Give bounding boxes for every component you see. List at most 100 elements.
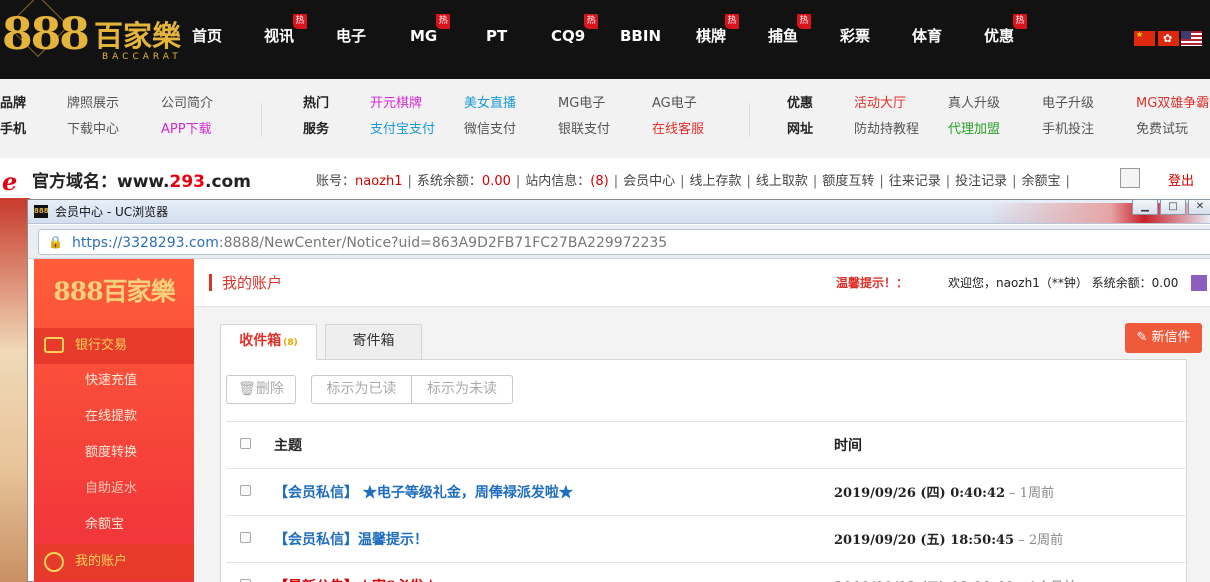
message-subject[interactable]: 【会员私信】温馨提示！ <box>274 531 428 549</box>
nav-item-7[interactable]: BBIN <box>620 26 661 46</box>
subnav-link[interactable]: MG双雄争霸 <box>1136 95 1209 113</box>
mark-unread-button[interactable]: 标示为未读 <box>411 375 513 404</box>
subnav-link[interactable]: 真人升级 <box>948 95 1000 113</box>
cn-flag-icon[interactable] <box>1134 30 1155 46</box>
subnav-divider <box>261 103 262 137</box>
window-titlebar[interactable]: 888 会员中心 - UC浏览器 ▁ □ ✕ <box>28 199 1210 224</box>
message-row[interactable]: 【会员私信】温馨提示！ 2019/09/20 (五) 18:50:45 – 2周前 <box>226 516 1188 563</box>
url-field[interactable]: 🔒 https://3328293.com:8888/NewCenter/Not… <box>38 229 1210 255</box>
subnav-link[interactable]: 牌照展示 <box>67 95 119 113</box>
subnav-link[interactable]: 银联支付 <box>558 121 610 139</box>
close-button[interactable]: ✕ <box>1188 199 1210 215</box>
message-checkbox[interactable] <box>240 532 251 543</box>
title-accent <box>209 274 212 291</box>
tab-inbox[interactable]: 收件箱 (8) <box>220 324 317 360</box>
broken-image-icon[interactable] <box>1120 168 1140 188</box>
nav-item-6[interactable]: CQ9 热 <box>551 14 599 46</box>
nav-item-4[interactable]: MG 热 <box>410 14 451 46</box>
account-link[interactable]: 线上存款 <box>690 174 742 189</box>
subnav-heading: 热门 <box>303 96 330 111</box>
maximize-button[interactable]: □ <box>1160 199 1186 215</box>
subnav-link[interactable]: 公司简介 <box>161 95 213 113</box>
subnav-link[interactable]: 电子升级 <box>1042 95 1094 113</box>
new-mail-button[interactable]: ✎ 新信件 <box>1125 323 1202 353</box>
subnav-link[interactable]: MG电子 <box>558 95 605 113</box>
subnav-link[interactable]: 开元棋牌 <box>370 95 422 113</box>
subnav-link[interactable]: 美女直播 <box>464 95 516 113</box>
account-link[interactable]: 余额宝 <box>1022 174 1061 189</box>
nav-item-10[interactable]: 彩票 <box>840 26 870 46</box>
sidebar: 888百家樂 银行交易 快速充值在线提款额度转换自助返水余额宝 我的账户 <box>34 259 194 582</box>
nav-item-label: 体育 <box>912 27 943 45</box>
sidebar-section-account[interactable]: 我的账户 <box>34 544 194 580</box>
nav-item-12[interactable]: 优惠热 <box>984 14 1028 46</box>
select-all-checkbox[interactable] <box>240 438 251 449</box>
mailbox: 收件箱 (8) 寄件箱 ✎ 新信件 🗑删除 标示为已读 标示为未读 主题 时间 【… <box>194 307 1210 582</box>
wallet-icon <box>44 337 64 353</box>
subnav-link[interactable]: 在线客服 <box>652 121 704 139</box>
account-link[interactable]: 投注记录 <box>955 174 1007 189</box>
subnav-link[interactable]: APP下载 <box>161 121 212 139</box>
message-subject[interactable]: 【会员私信】 ★电子等级礼金，周俸禄派发啦★ <box>274 484 573 502</box>
url-text[interactable]: https://3328293.com:8888/NewCenter/Notic… <box>72 234 667 252</box>
subnav-link[interactable]: 支付宝支付 <box>370 121 435 139</box>
nav-item-3[interactable]: 电子 <box>336 26 366 46</box>
logout-link[interactable]: 登出 <box>1168 174 1194 190</box>
logo-chinese: 百家樂 <box>94 19 182 53</box>
nav-item-label: 电子 <box>336 27 367 45</box>
delete-label: 删除 <box>255 381 284 397</box>
subnav-link[interactable]: 下载中心 <box>67 121 119 139</box>
subnav-link[interactable]: 免费试玩 <box>1136 121 1188 139</box>
window-title: 会员中心 - UC浏览器 <box>55 205 169 219</box>
subnav-heading: 优惠 <box>787 96 814 111</box>
nav-item-9[interactable]: 捕鱼热 <box>768 14 812 46</box>
subnav-link[interactable]: 手机投注 <box>1042 121 1094 139</box>
separator: | <box>945 174 951 189</box>
subnav-link[interactable]: 活动大厅 <box>854 95 906 113</box>
message-label[interactable]: 站内信息： <box>525 174 590 189</box>
sidebar-logo[interactable]: 888百家樂 <box>34 259 194 321</box>
minimize-button[interactable]: ▁ <box>1132 199 1158 215</box>
sidebar-item[interactable]: 额度转换 <box>85 444 137 462</box>
mark-read-button[interactable]: 标示为已读 <box>311 375 412 404</box>
account-name: naozh1 <box>355 174 403 189</box>
subnav-divider <box>749 103 750 137</box>
message-subject[interactable]: 【最新公告】★寄8必发★ <box>274 578 438 582</box>
nav-item-2[interactable]: 视讯热 <box>264 14 308 46</box>
sidebar-section-bank[interactable]: 银行交易 <box>34 328 194 364</box>
account-link[interactable]: 额度互转 <box>822 174 874 189</box>
subnav-link[interactable]: AG电子 <box>652 95 697 113</box>
sidebar-item[interactable]: 快速充值 <box>85 372 137 390</box>
balance-value: 0.00 <box>481 174 511 189</box>
logo-number: 888 <box>2 9 90 60</box>
sidebar-item[interactable]: 余额宝 <box>85 516 124 534</box>
subnav-link[interactable]: 微信支付 <box>464 121 516 139</box>
browser-window: 888 会员中心 - UC浏览器 ▁ □ ✕ 🔒 https://3328293… <box>27 199 1210 582</box>
hk-flag-icon[interactable] <box>1158 31 1179 46</box>
us-flag-icon[interactable] <box>1181 31 1202 46</box>
site-logo[interactable]: 888 百家樂 BACCARAT <box>2 0 182 70</box>
domain-number: 293 <box>169 172 206 192</box>
account-link[interactable]: 线上取款 <box>756 174 808 189</box>
subnav-link[interactable]: 防劫持教程 <box>854 121 919 139</box>
message-row[interactable]: 【最新公告】★寄8必发★2019/09/03 (二) 18:00:40 – 1个… <box>226 563 1188 582</box>
sidebar-item[interactable]: 在线提款 <box>85 408 137 426</box>
nav-item-1[interactable]: 首页 <box>192 26 222 46</box>
nav-item-5[interactable]: PT <box>486 26 507 46</box>
tab-outbox[interactable]: 寄件箱 <box>325 324 422 359</box>
nav-item-11[interactable]: 体育 <box>912 26 942 46</box>
delete-button[interactable]: 🗑删除 <box>226 375 296 404</box>
nav-item-8[interactable]: 棋牌热 <box>696 14 740 46</box>
subnav-heading: 品牌 <box>0 96 27 111</box>
sidebar-item[interactable]: 自助返水 <box>85 480 137 498</box>
theme-swatch[interactable] <box>1191 275 1207 291</box>
account-link[interactable]: 会员中心 <box>623 174 675 189</box>
message-checkbox[interactable] <box>240 485 251 496</box>
nav-item-label: 棋牌 <box>696 27 727 45</box>
message-timestamp: 2019/09/26 (四) 0:40:42 <box>834 486 1006 501</box>
message-row[interactable]: 【会员私信】 ★电子等级礼金，周俸禄派发啦★ 2019/09/26 (四) 0:4… <box>226 469 1188 516</box>
warm-tip[interactable]: 温馨提示！： <box>836 275 908 291</box>
account-link[interactable]: 往来记录 <box>889 174 941 189</box>
message-count[interactable]: (8) <box>590 174 608 189</box>
subnav-link[interactable]: 代理加盟 <box>948 121 1000 139</box>
